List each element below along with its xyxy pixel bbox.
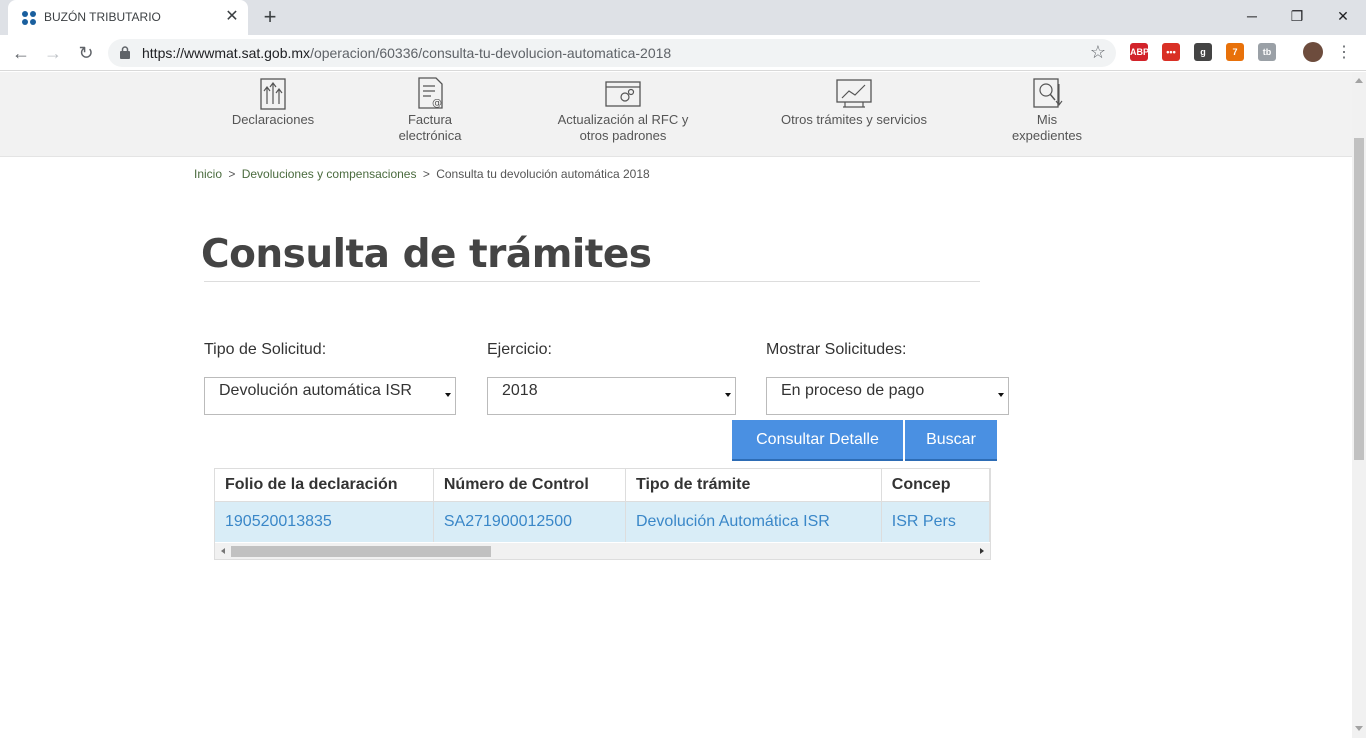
cell-tipo-tramite[interactable]: Devolución Automática ISR: [625, 501, 882, 542]
mostrar-solicitudes-value: En proceso de pago: [781, 382, 925, 399]
avatar[interactable]: [1303, 42, 1323, 62]
browser-tabstrip: BUZÓN TRIBUTARIO ✕ + ─ ❐ ✕: [0, 0, 1366, 35]
ejercicio-label: Ejercicio:: [487, 341, 552, 358]
cell-folio[interactable]: 190520013835: [215, 501, 434, 542]
column-header-concepto[interactable]: Concep: [881, 469, 990, 502]
sat-favicon-icon: [22, 11, 36, 25]
breadcrumb-section-link[interactable]: Devoluciones y compensaciones: [242, 167, 417, 181]
browser-toolbar: ← → ↻ https://wwwmat.sat.gob.mx/operacio…: [0, 35, 1366, 71]
mostrar-solicitudes-select[interactable]: En proceso de pago: [766, 377, 1009, 415]
page-title: Consulta de trámites: [201, 232, 652, 277]
close-window-icon[interactable]: ✕: [1320, 0, 1366, 32]
reload-icon[interactable]: ↻: [74, 41, 98, 65]
forward-icon[interactable]: →: [41, 41, 65, 65]
nav-declaraciones-label: Declaraciones: [231, 112, 315, 127]
back-icon[interactable]: ←: [9, 41, 33, 65]
page-scrollbar-thumb[interactable]: [1354, 138, 1364, 460]
nav-expedientes-label-1: Mis: [1036, 112, 1058, 127]
scroll-up-icon[interactable]: [1355, 78, 1363, 83]
column-header-tipo-tramite[interactable]: Tipo de trámite: [625, 469, 882, 502]
dropdown-caret-icon: [445, 393, 451, 397]
ejercicio-value: 2018: [502, 382, 538, 399]
tipo-solicitud-select[interactable]: Devolución automática ISR: [204, 377, 456, 415]
table-horizontal-scrollbar[interactable]: [215, 543, 990, 559]
tipo-solicitud-label: Tipo de Solicitud:: [204, 341, 327, 358]
tb-icon[interactable]: tb: [1258, 43, 1276, 61]
cell-concepto[interactable]: ISR Pers: [881, 501, 990, 542]
rfc-settings-icon: [605, 81, 641, 107]
table-header-row: Folio de la declaración Número de Contro…: [215, 469, 990, 502]
breadcrumb-separator: >: [422, 167, 430, 181]
nav-rfc-label-1: Actualización al RFC y: [557, 112, 689, 127]
nav-factura-label-2: electrónica: [398, 128, 462, 143]
nav-factura[interactable]: @ Factura electrónica: [380, 72, 480, 144]
minimize-icon[interactable]: ─: [1229, 0, 1275, 32]
page-scrollbar[interactable]: [1352, 72, 1366, 738]
breadcrumb-current: Consulta tu devolución automática 2018: [436, 167, 650, 181]
scroll-left-icon[interactable]: [221, 548, 225, 554]
results-table: Folio de la declaración Número de Contro…: [214, 468, 991, 560]
buscar-button[interactable]: Buscar: [905, 420, 997, 461]
url-host: https://wwwmat.sat.gob.mx: [142, 45, 311, 61]
dropdown-caret-icon: [998, 393, 1004, 397]
tab-title: BUZÓN TRIBUTARIO: [44, 10, 161, 24]
table-row[interactable]: 190520013835 SA271900012500 Devolución A…: [215, 501, 990, 542]
table-scrollbar-thumb[interactable]: [231, 546, 491, 557]
url-text: https://wwwmat.sat.gob.mx/operacion/6033…: [142, 45, 671, 61]
declaraciones-icon: [260, 78, 286, 110]
nav-actualizacion-rfc[interactable]: Actualización al RFC y otros padrones: [545, 72, 701, 144]
breadcrumb-separator: >: [228, 167, 236, 181]
lock-icon: [120, 46, 130, 59]
nav-expedientes-label-2: expedientes: [1011, 128, 1083, 143]
nav-mis-expedientes[interactable]: Mis expedientes: [997, 72, 1097, 144]
column-header-numero-control[interactable]: Número de Control: [433, 469, 626, 502]
nav-rfc-label-2: otros padrones: [579, 128, 667, 143]
new-tab-icon[interactable]: +: [258, 5, 282, 29]
adblock-plus-icon[interactable]: ABP: [1130, 43, 1149, 61]
menu-dots-icon[interactable]: ⋮: [1332, 41, 1356, 65]
url-path: /operacion/60336/consulta-tu-devolucion-…: [310, 45, 672, 61]
factura-icon: @: [418, 77, 443, 109]
dropdown-caret-icon: [725, 393, 731, 397]
ejercicio-select[interactable]: 2018: [487, 377, 736, 415]
consultar-detalle-button[interactable]: Consultar Detalle: [732, 420, 903, 461]
scroll-right-icon[interactable]: [980, 548, 984, 554]
close-tab-icon[interactable]: ✕: [223, 8, 241, 26]
feed-icon[interactable]: 7: [1226, 43, 1244, 61]
sat-nav-bar: Declaraciones @ Factura electrónica Actu…: [0, 72, 1352, 157]
nav-declaraciones[interactable]: Declaraciones: [223, 72, 323, 128]
breadcrumb: Inicio > Devoluciones y compensaciones >…: [194, 167, 650, 181]
chart-board-icon: [836, 79, 872, 108]
column-header-folio[interactable]: Folio de la declaración: [215, 469, 434, 502]
scroll-down-icon[interactable]: [1355, 726, 1363, 731]
svg-text:@: @: [432, 98, 442, 109]
bookmark-star-icon[interactable]: ☆: [1090, 42, 1106, 63]
expedientes-icon: [1033, 78, 1063, 108]
breadcrumb-home-link[interactable]: Inicio: [194, 167, 222, 181]
nav-factura-label-1: Factura: [407, 112, 453, 127]
mostrar-solicitudes-label: Mostrar Solicitudes:: [766, 341, 907, 358]
title-divider: [204, 281, 980, 282]
cell-numero-control[interactable]: SA271900012500: [433, 501, 626, 542]
extension-red-icon[interactable]: •••: [1162, 43, 1180, 61]
browser-tab[interactable]: BUZÓN TRIBUTARIO ✕: [8, 0, 248, 35]
nav-otros-tramites[interactable]: Otros trámites y servicios: [770, 72, 938, 128]
nav-otros-label: Otros trámites y servicios: [781, 112, 927, 127]
tipo-solicitud-value: Devolución automática ISR: [219, 382, 412, 399]
address-bar[interactable]: https://wwwmat.sat.gob.mx/operacion/6033…: [108, 39, 1116, 67]
restore-icon[interactable]: ❐: [1274, 0, 1320, 32]
grammarly-icon[interactable]: g: [1194, 43, 1212, 61]
